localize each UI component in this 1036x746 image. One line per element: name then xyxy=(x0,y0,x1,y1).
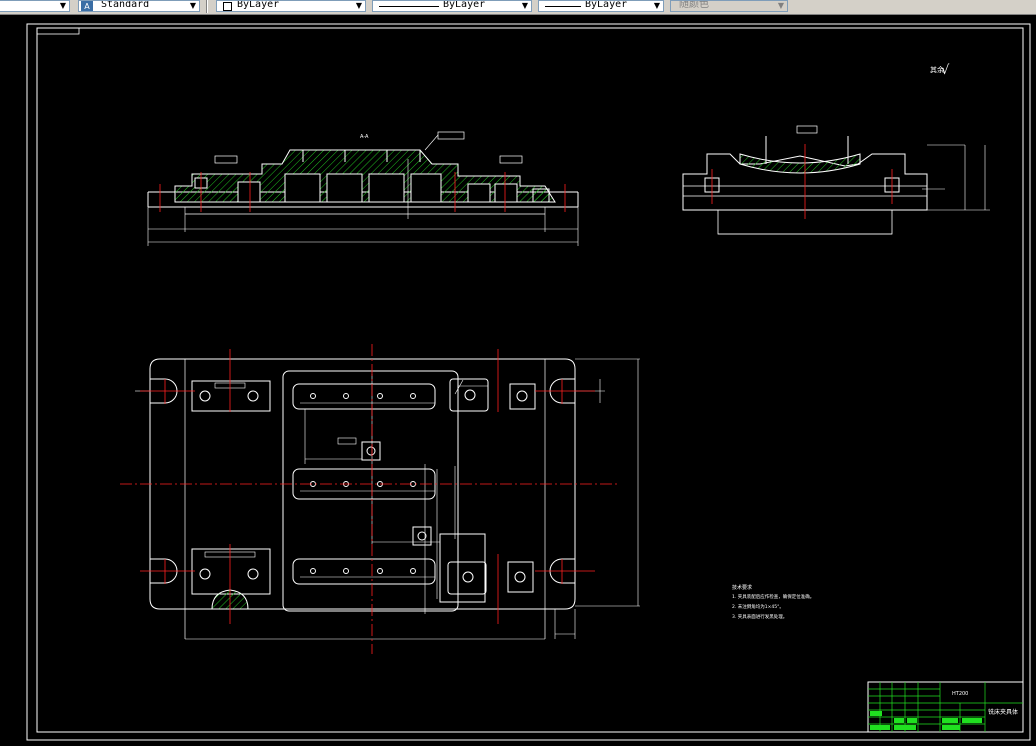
title-block-material: HT200 xyxy=(952,691,968,697)
section-label: A-A xyxy=(360,134,369,140)
linetype-value: ByLayer xyxy=(443,0,486,10)
color-swatch-icon xyxy=(223,2,232,11)
text-style-value: Standard xyxy=(101,0,150,10)
drawing-canvas[interactable]: 其余 √ A-A 技术要求 1. 夹具装配后应作检查，确保定位准确。 2. 未注… xyxy=(0,14,1036,742)
lineweight-sample-icon xyxy=(545,6,581,7)
side-section-view[interactable] xyxy=(682,125,990,235)
technical-requirements: 技术要求 1. 夹具装配后应作检查，确保定位准确。 2. 未注倒角均为1×45°… xyxy=(732,584,814,620)
chevron-down-icon[interactable]: ▼ xyxy=(519,1,531,11)
sheet-outer-border xyxy=(26,23,1031,741)
roughness-symbol: √ xyxy=(941,63,950,78)
layer-combo[interactable]: ByLayer ▼ xyxy=(216,0,366,12)
linetype-sample-icon xyxy=(379,6,439,7)
title-block-name: 铣床夹具体 xyxy=(988,708,1018,716)
toolbar-separator xyxy=(206,0,208,13)
corner-label-box xyxy=(36,27,80,35)
front-section-view[interactable]: A-A xyxy=(147,131,579,246)
properties-toolbar: ▼ A Standard ▼ ByLayer ▼ ByLayer ▼ ByLay… xyxy=(0,0,1036,15)
chevron-down-icon[interactable]: ▼ xyxy=(187,1,199,11)
cad-drawing[interactable]: 其余 √ A-A 技术要求 1. 夹具装配后应作检查，确保定位准确。 2. 未注… xyxy=(0,14,1036,742)
tech-req-title: 技术要求 xyxy=(732,584,752,591)
text-style-icon: A xyxy=(81,1,93,11)
chevron-down-icon[interactable]: ▼ xyxy=(353,1,365,11)
tech-req-item: 2. 未注倒角均为1×45°。 xyxy=(732,603,784,610)
chevron-down-icon[interactable]: ▼ xyxy=(775,1,787,11)
lineweight-combo[interactable]: ByLayer ▼ xyxy=(538,0,664,12)
lineweight-value: ByLayer xyxy=(585,0,628,10)
tech-req-item: 1. 夹具装配后应作检查，确保定位准确。 xyxy=(732,593,814,600)
color-value: 随颜色 xyxy=(679,0,709,10)
text-style-combo[interactable]: A Standard ▼ xyxy=(78,0,200,12)
tech-req-item: 3. 夹具表面进行发黑处理。 xyxy=(732,613,787,620)
linetype-combo[interactable]: ByLayer ▼ xyxy=(372,0,532,12)
plan-view[interactable] xyxy=(120,344,640,654)
color-combo[interactable]: 随颜色 ▼ xyxy=(670,0,788,12)
title-block[interactable]: HT200 铣床夹具体 xyxy=(867,681,1024,733)
chevron-down-icon[interactable]: ▼ xyxy=(57,1,69,11)
chevron-down-icon[interactable]: ▼ xyxy=(651,1,663,11)
layer-value: ByLayer xyxy=(237,0,280,10)
leftmost-combo[interactable]: ▼ xyxy=(0,0,70,12)
